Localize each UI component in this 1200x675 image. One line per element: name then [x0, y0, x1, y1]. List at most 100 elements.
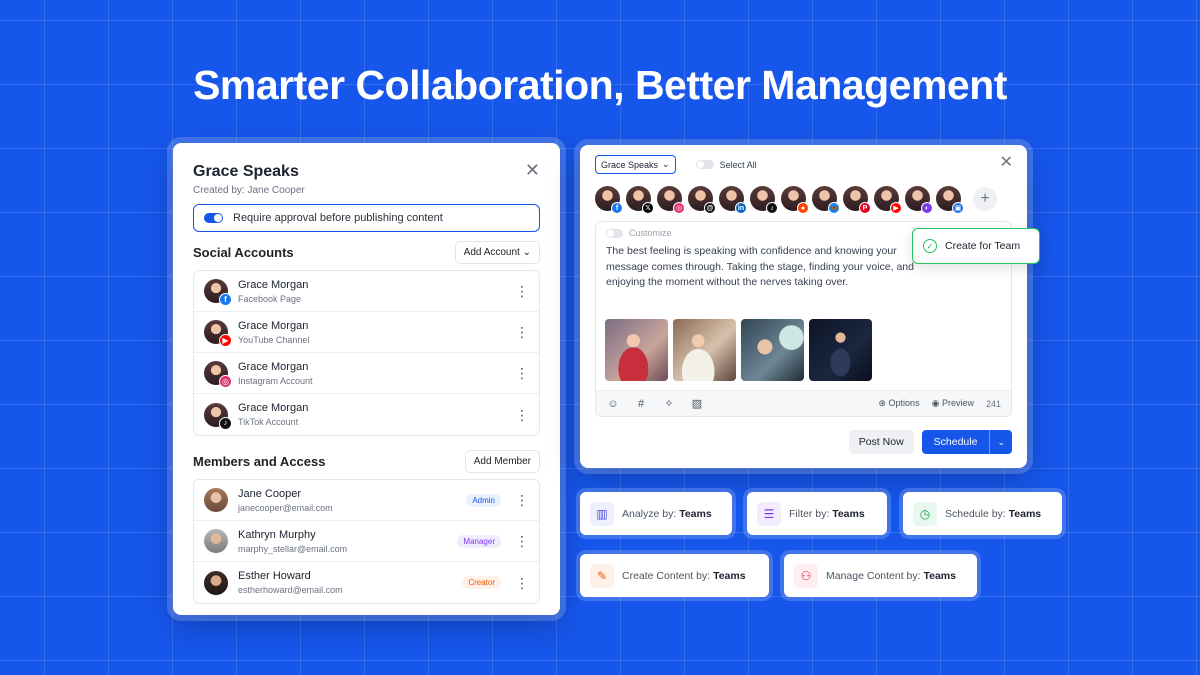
- account-avatar[interactable]: P: [843, 186, 871, 214]
- schedule-label: Schedule: [933, 436, 978, 448]
- feature-prefix: Schedule by:: [945, 507, 1006, 520]
- options-button[interactable]: ⊕ Options: [878, 398, 919, 409]
- feature-prefix: Analyze by:: [622, 507, 677, 520]
- feature-chip-filter: ☰ Filter by: Teams: [747, 492, 887, 535]
- toggle-switch[interactable]: [606, 228, 623, 238]
- account-avatar[interactable]: in: [719, 186, 747, 214]
- platform-badge-icon: in: [735, 202, 747, 214]
- avatar: ♪: [204, 402, 232, 430]
- image-icon[interactable]: ▨: [690, 397, 704, 410]
- social-accounts-title: Social Accounts: [193, 245, 294, 260]
- social-accounts-header: Social Accounts Add Account ⌄: [193, 241, 540, 264]
- magic-wand-icon[interactable]: ✧: [662, 397, 676, 410]
- emoji-icon[interactable]: ☺: [606, 398, 620, 410]
- social-accounts-list: f Grace Morgan Facebook Page ⋮ ▶ Grace Mo…: [193, 270, 540, 436]
- team-panel: Grace Speaks Created by: Jane Cooper ✕ R…: [173, 143, 560, 615]
- media-gallery: [596, 318, 1011, 381]
- list-item[interactable]: ♪ Grace Morgan TikTok Account ⋮: [194, 394, 539, 435]
- add-member-button[interactable]: Add Member: [464, 450, 540, 473]
- account-avatar[interactable]: ▣: [936, 186, 964, 214]
- close-icon[interactable]: ✕: [525, 161, 540, 179]
- account-selector: f 𝕏 ◎ @ in ♪ ● 🦋 P ▶ ◐ ▣ +: [595, 186, 1012, 214]
- avatar: ◎: [204, 361, 232, 388]
- account-avatar[interactable]: ●: [781, 186, 809, 214]
- media-thumbnail[interactable]: [809, 318, 872, 381]
- members-title: Members and Access: [193, 454, 326, 469]
- more-icon[interactable]: ⋮: [515, 576, 529, 590]
- list-item[interactable]: ◎ Grace Morgan Instagram Account ⋮: [194, 353, 539, 394]
- account-name: Grace Morgan: [238, 278, 309, 291]
- avatar: [204, 529, 228, 553]
- toggle-switch[interactable]: [204, 213, 223, 223]
- create-for-team-tooltip[interactable]: ✓ Create for Team: [912, 228, 1040, 264]
- account-avatar[interactable]: 𝕏: [626, 186, 654, 214]
- users-icon: ⚇: [794, 563, 818, 588]
- account-avatar[interactable]: ♪: [750, 186, 778, 214]
- approval-toggle-row[interactable]: Require approval before publishing conte…: [193, 204, 540, 232]
- list-item[interactable]: ▶ Grace Morgan YouTube Channel ⋮: [194, 312, 539, 353]
- account-name: Grace Morgan: [238, 319, 309, 332]
- options-label: Options: [888, 398, 920, 408]
- plus-circle-icon: ⊕: [878, 398, 887, 408]
- account-avatar[interactable]: 🦋: [812, 186, 840, 214]
- platform-badge-icon: ♪: [766, 202, 778, 214]
- preview-button[interactable]: ◉ Preview: [932, 398, 974, 409]
- more-icon[interactable]: ⋮: [515, 534, 529, 548]
- check-circle-icon: ✓: [923, 239, 937, 253]
- account-avatar[interactable]: ◎: [657, 186, 685, 214]
- post-text[interactable]: The best feeling is speaking with confid…: [596, 238, 926, 291]
- feature-target: Teams: [1008, 507, 1042, 520]
- media-thumbnail[interactable]: [605, 318, 668, 381]
- post-now-button[interactable]: Post Now: [848, 430, 914, 454]
- chevron-down-icon[interactable]: ⌄: [989, 430, 1012, 454]
- schedule-button[interactable]: Schedule ⌄: [921, 430, 1012, 454]
- platform-badge-icon: P: [859, 202, 871, 214]
- members-list: Jane Cooper janecooper@email.com Admin ⋮ …: [193, 479, 540, 604]
- account-avatar[interactable]: ▶: [874, 186, 902, 214]
- add-account-icon[interactable]: +: [973, 186, 997, 211]
- more-icon[interactable]: ⋮: [515, 408, 529, 422]
- table-row[interactable]: Jane Cooper janecooper@email.com Admin ⋮: [194, 480, 539, 521]
- list-item[interactable]: f Grace Morgan Facebook Page ⋮: [194, 271, 539, 312]
- account-avatar[interactable]: f: [595, 186, 623, 214]
- character-count: 241: [985, 398, 1001, 409]
- more-icon[interactable]: ⋮: [515, 325, 529, 339]
- select-all-label: Select All: [719, 159, 757, 170]
- add-account-button[interactable]: Add Account ⌄: [454, 241, 540, 264]
- members-header: Members and Access Add Member: [193, 450, 540, 473]
- role-badge: Manager: [457, 534, 501, 548]
- platform-badge-icon: 𝕏: [642, 202, 654, 214]
- tiktok-icon: ♪: [219, 416, 232, 430]
- table-row[interactable]: Kathryn Murphy marphy_stellar@email.com M…: [194, 521, 539, 562]
- more-icon[interactable]: ⋮: [515, 493, 529, 507]
- youtube-icon: ▶: [219, 334, 232, 347]
- tooltip-label: Create for Team: [945, 240, 1021, 252]
- account-avatar[interactable]: ◐: [905, 186, 933, 214]
- media-thumbnail[interactable]: [673, 318, 736, 381]
- editor-toolbar: ☺ # ✧ ▨ ⊕ Options ◉ Preview 241: [596, 390, 1011, 416]
- workspace-select[interactable]: Grace Speaks ⌄: [595, 155, 676, 174]
- account-avatar[interactable]: @: [688, 186, 716, 214]
- account-type: Instagram Account: [238, 375, 313, 386]
- table-row[interactable]: Esther Howard estherhoward@email.com Crea…: [194, 562, 539, 603]
- feature-target: Teams: [923, 569, 956, 582]
- chevron-down-icon: ⌄: [662, 159, 670, 169]
- member-email: marphy_stellar@email.com: [238, 543, 348, 554]
- role-badge: Admin: [466, 493, 501, 507]
- media-thumbnail[interactable]: [741, 318, 804, 381]
- select-all-toggle[interactable]: Select All: [695, 159, 757, 170]
- more-icon[interactable]: ⋮: [515, 284, 529, 298]
- feature-chip-analyze: ▥ Analyze by: Teams: [580, 492, 732, 535]
- team-created-by: Created by: Jane Cooper: [193, 185, 305, 196]
- hashtag-icon[interactable]: #: [634, 398, 648, 410]
- platform-badge-icon: ●: [797, 202, 809, 214]
- platform-badge-icon: ▣: [952, 202, 964, 214]
- filter-icon: ☰: [757, 501, 781, 526]
- approval-label: Require approval before publishing conte…: [233, 212, 443, 224]
- close-icon[interactable]: ✕: [1000, 155, 1013, 171]
- account-name: Grace Morgan: [238, 360, 309, 373]
- account-type: YouTube Channel: [238, 334, 310, 345]
- feature-target: Teams: [713, 569, 746, 582]
- more-icon[interactable]: ⋮: [515, 366, 529, 380]
- toggle-switch[interactable]: [695, 160, 714, 169]
